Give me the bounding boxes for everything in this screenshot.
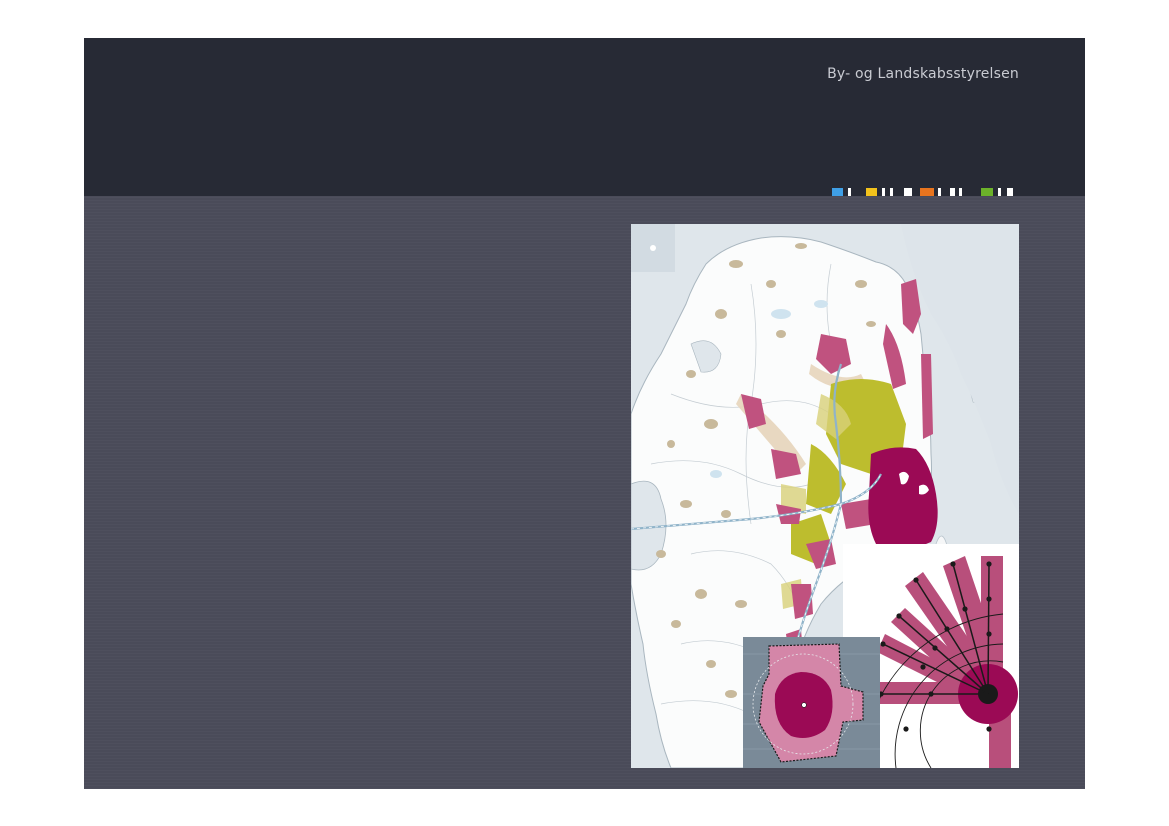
marker-blue [832, 188, 843, 196]
marker-yellow [866, 188, 877, 196]
marker-white [882, 188, 885, 196]
marker-white [938, 188, 941, 196]
header-bar: By- og Landskabsstyrelsen [84, 38, 1085, 196]
marker-white [1007, 188, 1013, 196]
marker-white [950, 188, 955, 196]
color-marker-strip [832, 188, 1022, 196]
regional-map-illustration [631, 224, 1019, 768]
marker-orange [920, 188, 934, 196]
marker-white [959, 188, 962, 196]
marker-white [890, 188, 893, 196]
marker-white [904, 188, 912, 196]
map-figure [631, 224, 1019, 768]
marker-white [848, 188, 851, 196]
marker-green [981, 188, 993, 196]
organization-name: By- og Landskabsstyrelsen [827, 66, 1019, 82]
station-catchment-diagram [743, 637, 880, 768]
slide-page: By- og Landskabsstyrelsen [84, 38, 1085, 789]
marker-white [998, 188, 1001, 196]
